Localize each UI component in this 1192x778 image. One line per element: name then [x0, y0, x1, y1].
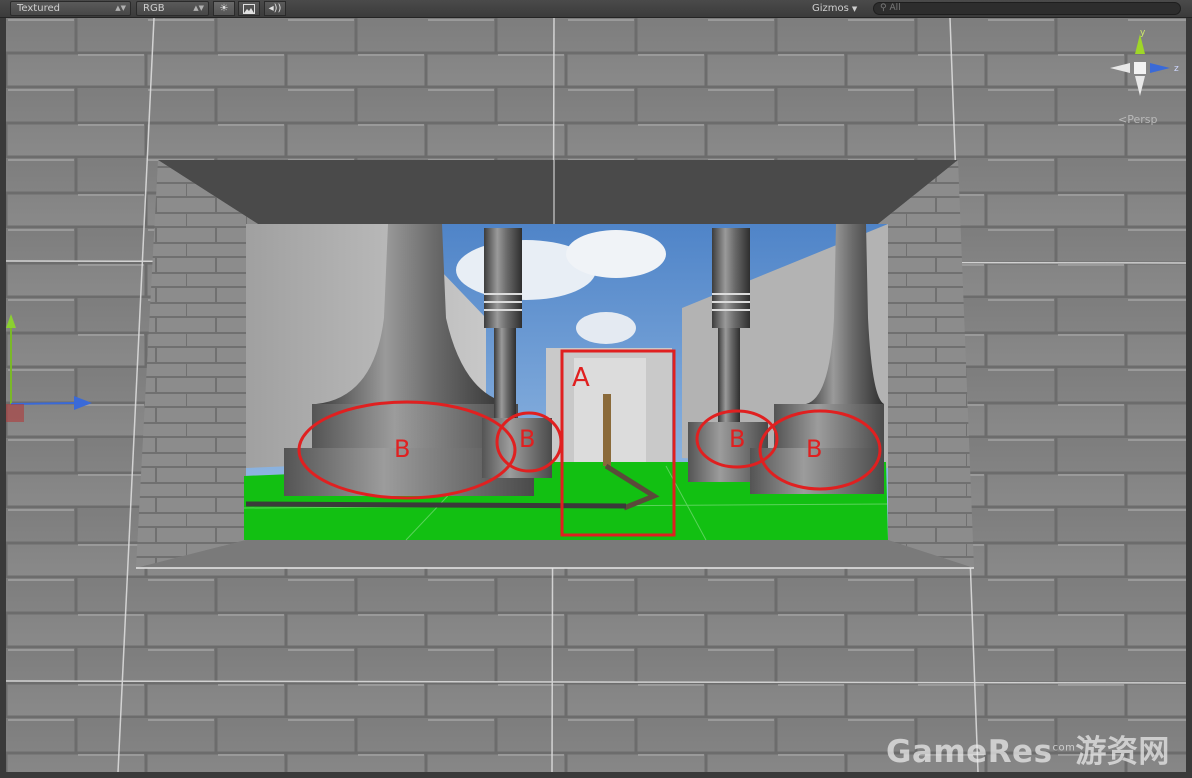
scene-toolbar: Textured ▲▼ RGB ▲▼ ☀ ◂)) Gizmos ▼ ⚲ All	[0, 0, 1192, 18]
annotation-label-b4: B	[806, 435, 823, 463]
search-input[interactable]: ⚲ All	[873, 2, 1181, 15]
axis-y-label: y	[1140, 28, 1146, 38]
updown-arrows-icon: ▲▼	[115, 4, 126, 12]
window-right	[878, 160, 974, 568]
chevron-left-icon: <	[1118, 113, 1128, 126]
watermark-com: com	[1052, 742, 1076, 754]
color-mode-dropdown[interactable]: RGB ▲▼	[136, 1, 209, 16]
inner-view	[243, 224, 889, 541]
gizmos-dropdown[interactable]: Gizmos ▼	[812, 1, 857, 16]
watermark-logo: GameRescom游资网	[886, 726, 1170, 771]
render-mode-label: Textured	[17, 3, 60, 14]
scene-fx-button[interactable]	[238, 1, 260, 16]
annotation-label-b3: B	[729, 425, 746, 453]
scene-view-window: Textured ▲▼ RGB ▲▼ ☀ ◂)) Gizmos▼ ⚲ All	[0, 0, 1192, 778]
updown-arrows-icon: ▲▼	[193, 4, 204, 12]
caret-down-icon: ▼	[851, 5, 858, 13]
sun-icon: ☀	[219, 3, 229, 14]
window-bottom	[136, 540, 974, 568]
search-icon: ⚲	[880, 3, 887, 13]
annotation-label-a: A	[572, 363, 590, 393]
scene-lighting-button[interactable]: ☀	[213, 1, 235, 16]
scene-render	[6, 18, 1186, 772]
search-placeholder: All	[889, 3, 901, 13]
gizmos-label: Gizmos	[812, 3, 849, 14]
projection-toggle[interactable]: <Persp	[1118, 113, 1157, 126]
annotation-label-b2: B	[519, 425, 536, 453]
scene-audio-button[interactable]: ◂))	[264, 1, 286, 16]
axis-z-label: z	[1174, 64, 1179, 74]
audio-icon: ◂))	[268, 3, 282, 14]
watermark-main: GameRes	[886, 734, 1053, 770]
window-top	[158, 160, 958, 224]
render-mode-dropdown[interactable]: Textured ▲▼	[10, 1, 131, 16]
color-mode-label: RGB	[143, 3, 165, 14]
image-icon	[243, 4, 255, 14]
annotation-label-b1: B	[394, 435, 411, 463]
watermark-cn: 游资网	[1075, 734, 1170, 770]
projection-label: Persp	[1127, 113, 1158, 126]
scene-viewport[interactable]: A B B B B y z <Persp	[6, 18, 1186, 772]
